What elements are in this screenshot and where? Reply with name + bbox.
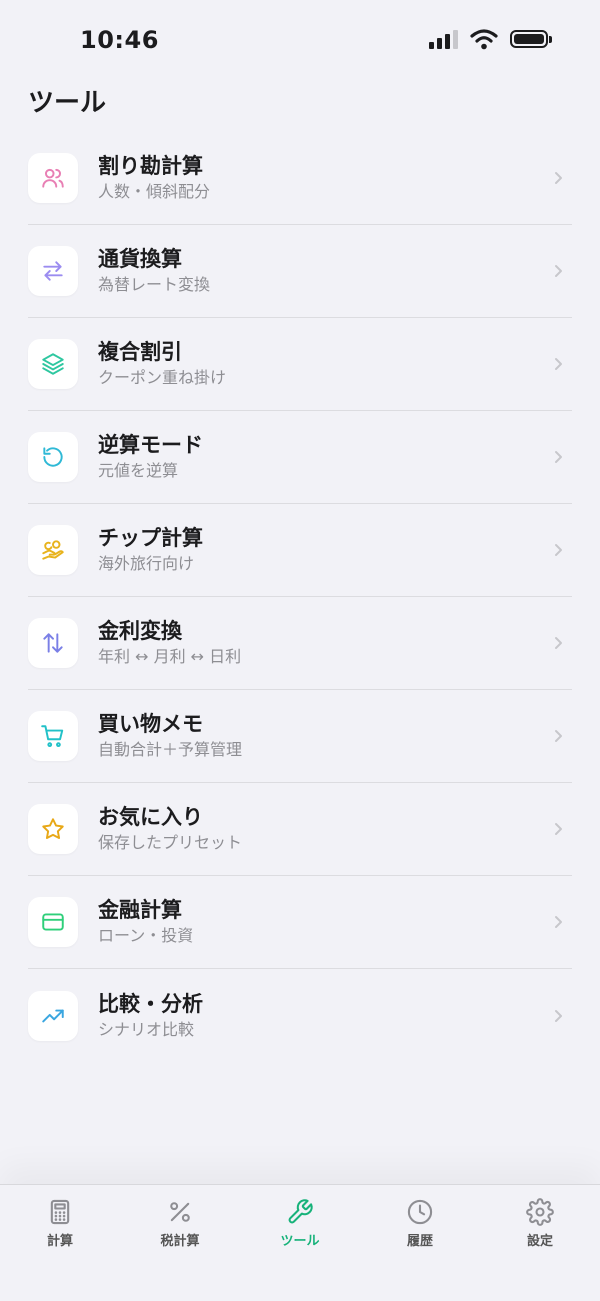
- tool-row-compound-discount[interactable]: 複合割引 クーポン重ね掛け: [28, 318, 572, 411]
- tool-row-interest[interactable]: 金利変換 年利 ↔ 月利 ↔ 日利: [28, 597, 572, 690]
- tool-subtitle: 保存したプリセット: [98, 833, 243, 852]
- tool-subtitle: ローン・投資: [98, 926, 194, 945]
- star-icon: [42, 818, 64, 839]
- tool-row-finance[interactable]: 金融計算 ローン・投資: [28, 876, 572, 969]
- tool-row-split-bill[interactable]: 割り勘計算 人数・傾斜配分: [28, 132, 572, 225]
- chevron-right-icon: [550, 263, 566, 279]
- tab-tools[interactable]: ツール: [240, 1185, 360, 1301]
- arrow-up-down-icon: [43, 633, 63, 653]
- tab-tax[interactable]: 税計算: [120, 1185, 240, 1301]
- tab-history[interactable]: 履歴: [360, 1185, 480, 1301]
- tool-subtitle: 元値を逆算: [98, 461, 179, 480]
- tool-row-shopping-memo[interactable]: 買い物メモ 自動合計＋予算管理: [28, 690, 572, 783]
- tab-label: 税計算: [160, 1234, 200, 1249]
- tool-text: 割り勘計算 人数・傾斜配分: [98, 153, 572, 203]
- tab-label: 計算: [46, 1234, 73, 1249]
- clock-icon: [407, 1199, 433, 1225]
- trending-up-icon: [42, 1009, 64, 1022]
- tool-text: 通貨換算 為替レート変換: [98, 246, 572, 296]
- tab-label: 設定: [526, 1234, 553, 1249]
- rotate-ccw-icon: [43, 447, 63, 467]
- chevron-right-icon: [550, 914, 566, 930]
- chevron-right-icon: [550, 542, 566, 558]
- tool-text: 逆算モード 元値を逆算: [98, 432, 572, 482]
- icon-tile: [28, 339, 78, 389]
- tool-text: 買い物メモ 自動合計＋予算管理: [98, 711, 572, 761]
- status-time: 10:46: [80, 26, 159, 54]
- tool-title: 割り勘計算: [98, 154, 203, 178]
- chevron-right-icon: [550, 1008, 566, 1024]
- chevron-right-icon: [550, 449, 566, 465]
- tool-title: 複合割引: [98, 340, 182, 364]
- tool-row-reverse-calc[interactable]: 逆算モード 元値を逆算: [28, 411, 572, 504]
- icon-tile: [28, 153, 78, 203]
- tool-subtitle: 自動合計＋予算管理: [98, 740, 243, 759]
- tool-title: お気に入り: [98, 805, 203, 829]
- tool-text: 比較・分析 シナリオ比較: [98, 991, 572, 1041]
- layers-icon: [42, 353, 64, 375]
- wrench-icon: [288, 1199, 313, 1224]
- status-icons: [429, 28, 552, 50]
- icon-tile: [28, 804, 78, 854]
- chevron-right-icon: [550, 821, 566, 837]
- tool-text: チップ計算 海外旅行向け: [98, 525, 572, 575]
- icon-tile: [28, 897, 78, 947]
- status-bar: 10:46: [0, 0, 600, 80]
- users-icon: [42, 168, 64, 188]
- tab-calculate[interactable]: 計算: [0, 1185, 120, 1301]
- tool-title: 金融計算: [98, 898, 182, 922]
- tool-subtitle: 海外旅行向け: [98, 554, 195, 573]
- tool-subtitle: クーポン重ね掛け: [98, 368, 227, 387]
- percent-icon: [170, 1202, 190, 1222]
- credit-card-icon: [42, 913, 64, 931]
- icon-tile: [28, 246, 78, 296]
- cellular-signal-icon: [429, 29, 458, 49]
- tab-label: ツール: [280, 1234, 320, 1249]
- tool-list: 割り勘計算 人数・傾斜配分 通貨換算 為替レート変換 複合割引 クーポン重ね掛け: [28, 132, 572, 1062]
- chevron-right-icon: [550, 635, 566, 651]
- icon-tile: [28, 618, 78, 668]
- tab-settings[interactable]: 設定: [480, 1185, 600, 1301]
- chevron-right-icon: [550, 728, 566, 744]
- tool-title: 通貨換算: [98, 247, 182, 271]
- page-title: ツール: [28, 88, 107, 118]
- tool-row-currency[interactable]: 通貨換算 為替レート変換: [28, 225, 572, 318]
- tool-title: チップ計算: [98, 526, 203, 550]
- icon-tile: [28, 711, 78, 761]
- chevron-right-icon: [550, 170, 566, 186]
- tool-text: お気に入り 保存したプリセット: [98, 804, 572, 854]
- tool-subtitle: 年利 ↔ 月利 ↔ 日利: [98, 647, 242, 666]
- gear-icon: [526, 1198, 554, 1226]
- tool-subtitle: シナリオ比較: [98, 1019, 195, 1039]
- tab-bar: 計算 税計算 ツール 履歴 設定: [0, 1184, 600, 1301]
- tool-subtitle: 人数・傾斜配分: [98, 182, 211, 201]
- tab-label: 履歴: [406, 1234, 433, 1249]
- chevron-right-icon: [550, 356, 566, 372]
- tool-text: 金利変換 年利 ↔ 月利 ↔ 日利: [98, 618, 572, 668]
- icon-tile: [28, 990, 78, 1041]
- icon-tile: [28, 525, 78, 575]
- tool-row-tip[interactable]: チップ計算 海外旅行向け: [28, 504, 572, 597]
- tool-text: 金融計算 ローン・投資: [98, 897, 572, 947]
- arrows-swap-icon: [43, 261, 63, 281]
- calculator-icon: [50, 1199, 70, 1225]
- battery-icon: [510, 30, 552, 48]
- tool-row-favorites[interactable]: お気に入り 保存したプリセット: [28, 783, 572, 876]
- icon-tile: [28, 432, 78, 482]
- tool-title: 逆算モード: [98, 433, 203, 457]
- tool-title: 比較・分析: [98, 991, 203, 1016]
- wifi-icon: [470, 29, 498, 50]
- tool-subtitle: 為替レート変換: [98, 275, 211, 294]
- tool-title: 金利変換: [98, 619, 182, 643]
- hand-coins-icon: [42, 540, 64, 560]
- tool-title: 買い物メモ: [98, 712, 203, 736]
- tool-text: 複合割引 クーポン重ね掛け: [98, 339, 572, 389]
- tool-row-compare[interactable]: 比較・分析 シナリオ比較: [28, 969, 572, 1062]
- cart-icon: [41, 725, 64, 748]
